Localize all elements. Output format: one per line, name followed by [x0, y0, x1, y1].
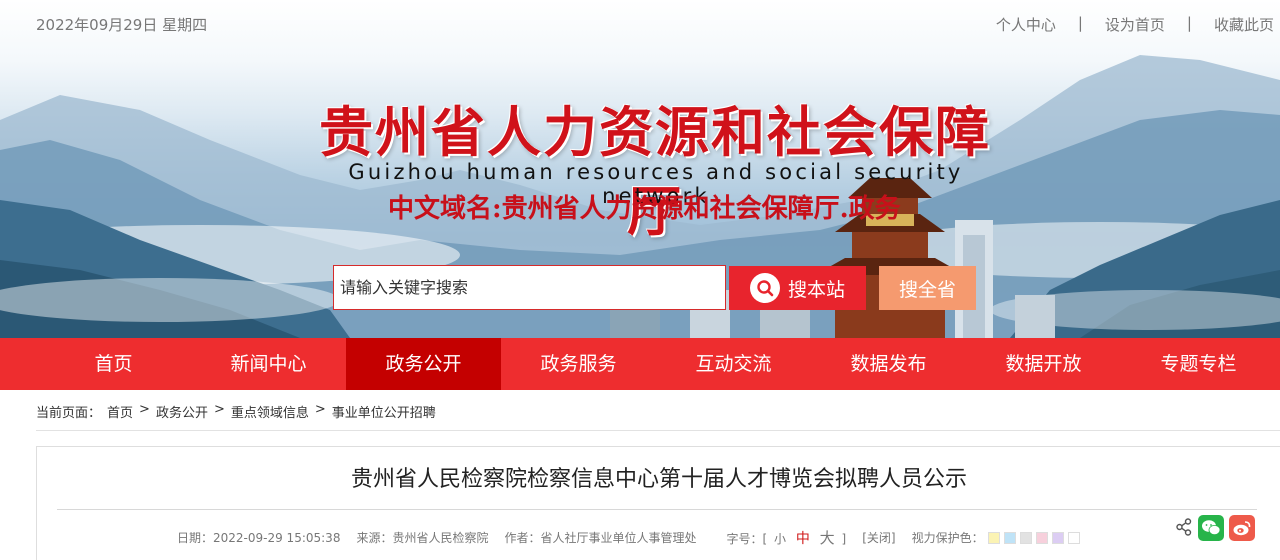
nav-item-news[interactable]: 新闻中心: [191, 338, 346, 390]
font-size-control: 字号：[ 小 中 大 ]: [726, 527, 846, 548]
eye-color-gray[interactable]: [1019, 531, 1032, 544]
nav-item-gov-affairs-open[interactable]: 政务公开: [346, 338, 501, 390]
top-links: 个人中心 | 设为首页 | 收藏此页: [996, 14, 1274, 35]
title-divider: [57, 509, 1257, 510]
article-title: 贵州省人民检察院检察信息中心第十届人才博览会拟聘人员公示: [350, 467, 967, 492]
close-page-button[interactable]: [关闭]: [862, 529, 895, 546]
nav-item-special-topics[interactable]: 专题专栏: [1121, 338, 1276, 390]
main-nav: 首页 新闻中心 政务公开 政务服务 互动交流 数据发布 数据开放 专题专栏: [0, 338, 1280, 390]
eye-color-white[interactable]: [1067, 531, 1080, 544]
current-date: 2022年09月29日 星期四: [36, 16, 208, 34]
share-icon[interactable]: [1176, 518, 1192, 540]
breadcrumb-home[interactable]: 首页: [107, 402, 133, 421]
nav-item-interaction[interactable]: 互动交流: [656, 338, 811, 390]
link-separator: |: [1077, 14, 1083, 32]
eye-protection-label: 视力保护色：: [911, 531, 984, 545]
site-domain-text: 中文域名:贵州省人力资源和社会保障厅.政务: [388, 194, 901, 224]
article-card: 贵州省人民检察院检察信息中心第十届人才博览会拟聘人员公示 日期：2022-09-…: [36, 446, 1280, 560]
nav-item-open-data[interactable]: 数据开放: [966, 338, 1121, 390]
article-date: 日期：2022-09-29 15:05:38: [177, 531, 341, 545]
font-size-close-bracket: ]: [841, 532, 847, 546]
font-medium-button[interactable]: 中: [796, 531, 810, 547]
search-site-button[interactable]: 搜本站: [729, 266, 866, 310]
search-icon: [749, 273, 780, 303]
article-source: 来源：贵州省人民检察院: [356, 531, 489, 545]
font-large-button[interactable]: 大: [820, 529, 835, 547]
article-author: 作者：省人社厅事业单位人事管理处: [504, 531, 697, 545]
link-separator: |: [1186, 14, 1192, 32]
breadcrumb-separator: >: [213, 402, 225, 417]
eye-color-yellow[interactable]: [987, 531, 1000, 544]
nav-item-data-release[interactable]: 数据发布: [811, 338, 966, 390]
nav-item-gov-services[interactable]: 政务服务: [501, 338, 656, 390]
font-size-label: 字号：[: [726, 532, 768, 546]
nav-item-home[interactable]: 首页: [36, 338, 191, 390]
font-small-button[interactable]: 小: [774, 532, 786, 546]
breadcrumb-separator: >: [139, 402, 150, 417]
breadcrumb-recruitment[interactable]: 事业单位公开招聘: [332, 402, 436, 421]
search-province-button[interactable]: 搜全省: [879, 266, 976, 310]
weibo-icon[interactable]: [1229, 515, 1255, 541]
header-banner: 2022年09月29日 星期四 个人中心 | 设为首页 | 收藏此页 贵州省人力…: [0, 0, 1280, 338]
breadcrumb-divider: [36, 430, 1280, 431]
search-input[interactable]: [333, 265, 726, 310]
search-site-label: 搜本站: [787, 278, 845, 301]
wechat-icon[interactable]: [1198, 515, 1224, 541]
eye-color-purple[interactable]: [1051, 531, 1064, 544]
eye-color-blue[interactable]: [1003, 531, 1016, 544]
bookmark-link[interactable]: 收藏此页: [1214, 14, 1274, 35]
set-homepage-link[interactable]: 设为首页: [1105, 14, 1165, 35]
breadcrumb: 当前页面： 首页 > 政务公开 > 重点领域信息 > 事业单位公开招聘: [36, 402, 436, 421]
top-bar: 2022年09月29日 星期四 个人中心 | 设为首页 | 收藏此页: [0, 0, 1280, 46]
eye-color-pink[interactable]: [1035, 531, 1048, 544]
breadcrumb-key-areas[interactable]: 重点领域信息: [231, 402, 309, 421]
breadcrumb-prefix: 当前页面：: [36, 406, 102, 421]
article-meta: 日期：2022-09-29 15:05:38 来源：贵州省人民检察院 作者：省人…: [177, 527, 1080, 548]
breadcrumb-separator: >: [314, 402, 326, 417]
personal-center-link[interactable]: 个人中心: [996, 14, 1056, 35]
breadcrumb-gov-affairs[interactable]: 政务公开: [156, 402, 208, 421]
